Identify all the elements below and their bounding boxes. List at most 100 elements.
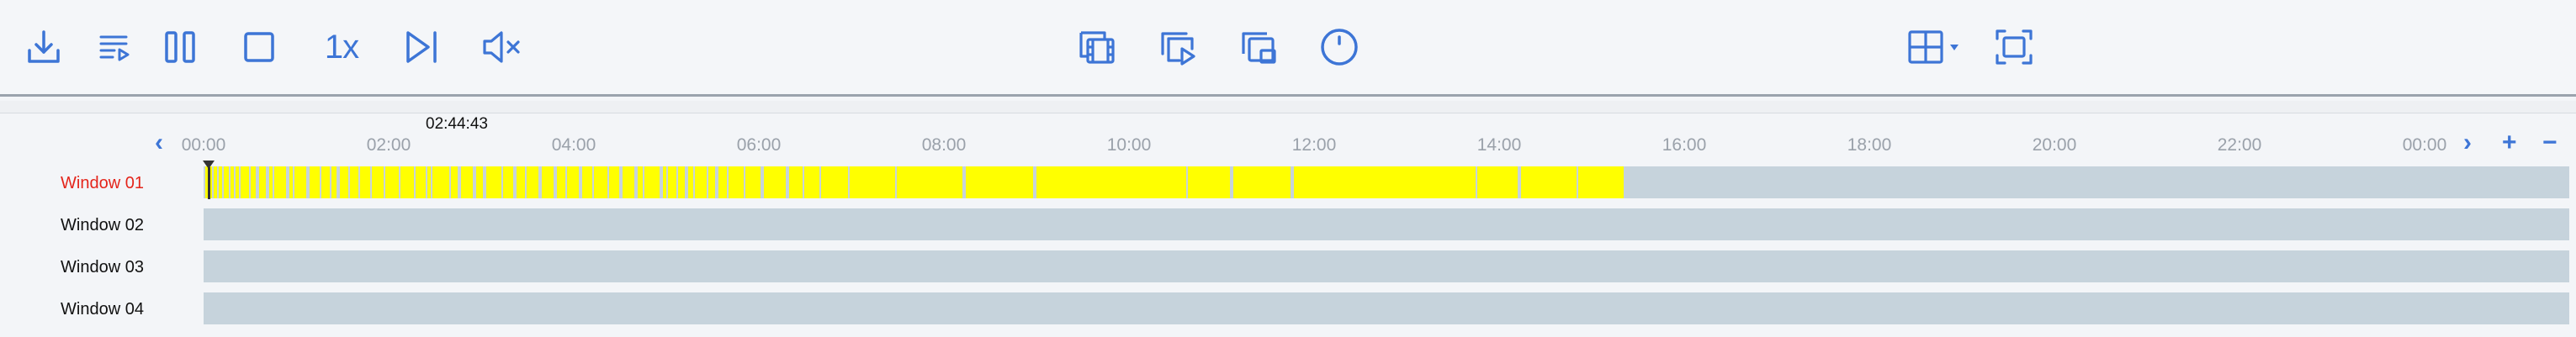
ruler-tick-label: 20:00: [2032, 135, 2077, 155]
recording-gap: [458, 166, 461, 198]
recording-gap: [579, 166, 582, 198]
recording-gap: [727, 166, 729, 198]
timeline-next-button[interactable]: ›: [2463, 130, 2472, 155]
multi-window-button[interactable]: [1235, 24, 1282, 71]
ruler-tick-label: 00:00: [181, 135, 226, 155]
recording-gap: [1186, 166, 1188, 198]
recording-gap: [414, 166, 416, 198]
ruler-tick-label: 08:00: [921, 135, 967, 155]
ruler-tick-label: 10:00: [1106, 135, 1152, 155]
pause-button[interactable]: [156, 24, 204, 71]
skip-next-icon: [406, 31, 437, 63]
recording-gap: [1291, 166, 1294, 198]
recording-gap: [399, 166, 400, 198]
recording-gap: [1230, 166, 1233, 198]
window-label-4[interactable]: Window 04: [0, 300, 187, 319]
recording-gap: [426, 166, 427, 198]
fullscreen-button[interactable]: [1990, 24, 2038, 71]
window-track-3[interactable]: [204, 250, 2569, 282]
recording-gap: [592, 166, 594, 198]
stop-icon: [244, 32, 274, 62]
recording-gap: [348, 166, 350, 198]
mute-icon: [483, 31, 520, 63]
recording-gap: [786, 166, 789, 198]
ruler-tick-label: 06:00: [736, 135, 782, 155]
ruler-tick-label: 16:00: [1662, 135, 1707, 155]
grid-layout-icon: [1908, 30, 1959, 64]
ruler-tick-label: 22:00: [2217, 135, 2262, 155]
clip-button[interactable]: [1073, 24, 1121, 71]
recording-gap: [229, 166, 231, 198]
ruler-tick-label: 02:00: [366, 135, 411, 155]
recording-gap: [538, 166, 542, 198]
recording-gap: [501, 166, 503, 198]
recording-gap: [525, 166, 527, 198]
recording-gap: [256, 166, 259, 198]
digital-zoom-button[interactable]: [1316, 24, 1363, 71]
recording-gap: [744, 166, 745, 198]
next-frame-button[interactable]: [399, 24, 446, 71]
ruler-tick-label: 12:00: [1291, 135, 1337, 155]
cursor-time-label: 02:44:43: [426, 115, 488, 133]
recording-gap: [1476, 166, 1477, 198]
recording-gap: [565, 166, 567, 198]
sync-play-button[interactable]: [1154, 24, 1201, 71]
playback-toolbar: 1x: [0, 0, 2576, 97]
recording-segment[interactable]: [205, 166, 1625, 198]
zoom-in-button[interactable]: +: [2502, 130, 2517, 155]
download-icon: [28, 30, 60, 63]
recording-gap: [483, 166, 486, 198]
playhead-line[interactable]: [207, 167, 210, 199]
speed-label: 1x: [324, 28, 359, 66]
recording-gap: [676, 166, 678, 198]
mute-button[interactable]: [478, 24, 525, 71]
playback-timeline[interactable]: ‹ 02:44:43 00:00 02:00 04:00 06:00 08:00 10:0…: [0, 113, 2576, 337]
recording-gap: [962, 166, 966, 198]
recording-gap: [249, 166, 251, 198]
recording-gap: [848, 166, 850, 198]
recording-gap: [607, 166, 609, 198]
recording-gap: [384, 166, 385, 198]
playlist-button[interactable]: [91, 24, 138, 71]
recording-gap: [1033, 166, 1036, 198]
recording-gap: [370, 166, 372, 198]
multi-play-icon: [1161, 32, 1195, 66]
recording-gap: [693, 166, 695, 198]
recording-gap: [761, 166, 764, 198]
recording-gap: [685, 166, 688, 198]
window-track-4[interactable]: [204, 292, 2569, 324]
recording-gap: [431, 166, 432, 198]
recording-gap: [239, 166, 241, 198]
timeline-prev-button[interactable]: ‹: [155, 130, 163, 155]
recording-gap: [707, 166, 708, 198]
window-label-2[interactable]: Window 02: [0, 216, 187, 235]
recording-gap: [212, 166, 214, 198]
recording-gap: [266, 166, 269, 198]
zoom-out-button[interactable]: −: [2542, 130, 2557, 155]
ruler-tick-label: 04:00: [551, 135, 596, 155]
toolbar-spacer: [0, 101, 2576, 113]
ruler-tick-label: 00:00: [2402, 135, 2447, 155]
window-track-2[interactable]: [204, 208, 2569, 240]
download-button[interactable]: [20, 24, 67, 71]
recording-gap: [634, 166, 638, 198]
recording-gap: [222, 166, 224, 198]
window-label-3[interactable]: Window 03: [0, 258, 187, 277]
window-label-1[interactable]: Window 01: [0, 174, 187, 193]
recording-gap: [895, 166, 897, 198]
speed-button[interactable]: 1x: [318, 24, 365, 71]
recording-gap: [643, 166, 644, 198]
circle-icon: [1321, 29, 1358, 66]
layout-button[interactable]: [1905, 24, 1967, 71]
recording-gap: [273, 166, 274, 198]
recording-gap: [358, 166, 360, 198]
playlist-play-icon: [99, 35, 130, 61]
ruler-tick-label: 14:00: [1476, 135, 1522, 155]
recording-gap: [449, 166, 451, 198]
window-track-1[interactable]: [204, 166, 2569, 198]
stop-button[interactable]: [236, 24, 283, 71]
recording-gap: [666, 166, 668, 198]
recording-gap: [293, 166, 294, 198]
recording-gap: [306, 166, 310, 198]
recording-gap: [660, 166, 663, 198]
